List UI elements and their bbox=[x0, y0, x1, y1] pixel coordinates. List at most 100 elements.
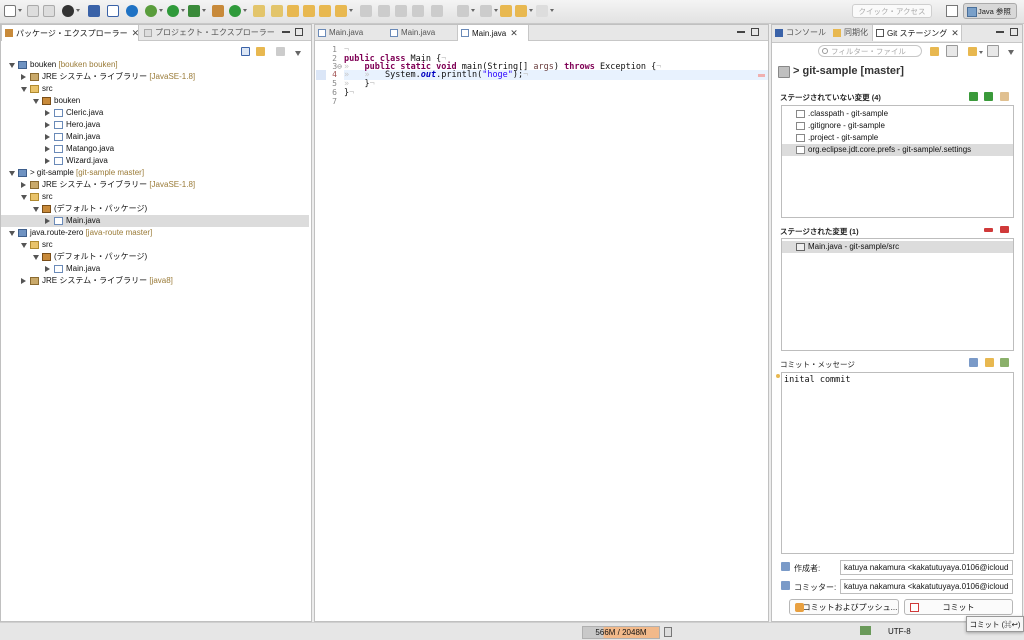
coverage-dropdown-icon[interactable] bbox=[202, 9, 206, 12]
collapse-arrow-icon[interactable] bbox=[45, 218, 50, 224]
list-item[interactable]: .project - git-sample bbox=[782, 132, 1013, 144]
committer-field[interactable]: katuya nakamura <kakatutuyaya.0106@iclou… bbox=[840, 579, 1013, 594]
prev-annotation-icon[interactable] bbox=[395, 5, 407, 17]
prev-edit-dropdown-icon[interactable] bbox=[494, 9, 498, 12]
profile-icon[interactable] bbox=[62, 5, 74, 17]
view-menu-icon[interactable] bbox=[1008, 50, 1014, 55]
minimize-icon[interactable] bbox=[996, 31, 1004, 33]
new-package-icon[interactable] bbox=[212, 5, 224, 17]
signed-off-icon[interactable] bbox=[985, 358, 994, 367]
new-class-icon[interactable] bbox=[229, 5, 241, 17]
presentation-icon[interactable] bbox=[987, 45, 999, 57]
author-field[interactable]: katuya nakamura <kakatutuyaya.0106@iclou… bbox=[840, 560, 1013, 575]
maximize-icon[interactable] bbox=[751, 28, 759, 36]
staged-list[interactable]: Main.java - git-sample/src bbox=[781, 238, 1014, 351]
web-icon[interactable] bbox=[126, 5, 138, 17]
debug-icon[interactable] bbox=[145, 5, 157, 17]
forward-back-icon[interactable] bbox=[515, 5, 527, 17]
tab-console[interactable]: コンソール bbox=[772, 25, 828, 41]
next-annotation-icon[interactable] bbox=[378, 5, 390, 17]
repository-icon[interactable] bbox=[968, 47, 977, 56]
profile-dropdown-icon[interactable] bbox=[76, 9, 80, 12]
commit-and-push-button[interactable]: コミットおよびプッシュ... bbox=[789, 599, 899, 615]
unstage-icon[interactable] bbox=[984, 228, 993, 232]
gc-trash-icon[interactable] bbox=[664, 627, 672, 637]
filter-tool-icon[interactable] bbox=[930, 47, 939, 56]
forward-icon[interactable] bbox=[536, 5, 548, 17]
expand-arrow-icon[interactable] bbox=[21, 243, 27, 248]
editor-tab[interactable]: Main.java bbox=[387, 25, 457, 41]
unstaged-list[interactable]: .classpath - git-sample .gitignore - git… bbox=[781, 105, 1014, 218]
close-icon[interactable]: ✕ bbox=[951, 28, 959, 38]
code-line[interactable]: }¬ bbox=[344, 88, 354, 98]
save-icon[interactable] bbox=[27, 5, 39, 17]
editor-tab[interactable]: Main.java bbox=[315, 25, 385, 41]
minimize-icon[interactable] bbox=[282, 31, 290, 33]
expand-arrow-icon[interactable] bbox=[21, 195, 27, 200]
link-editor-icon[interactable] bbox=[256, 47, 265, 56]
collapse-arrow-icon[interactable] bbox=[21, 74, 26, 80]
amend-icon[interactable] bbox=[969, 358, 978, 367]
new-dropdown-icon[interactable] bbox=[18, 9, 22, 12]
link-selection-icon[interactable] bbox=[946, 45, 958, 57]
view-menu-icon[interactable] bbox=[295, 51, 301, 56]
collapse-arrow-icon[interactable] bbox=[45, 158, 50, 164]
list-item-selected[interactable]: Main.java - git-sample/src bbox=[782, 241, 1013, 253]
commit-message-textarea[interactable]: inital commit bbox=[781, 372, 1014, 554]
coverage-icon[interactable] bbox=[188, 5, 200, 17]
expand-arrow-icon[interactable] bbox=[21, 87, 27, 92]
collapse-arrow-icon[interactable] bbox=[21, 278, 26, 284]
collapse-arrow-icon[interactable] bbox=[45, 134, 50, 140]
list-item[interactable]: .gitignore - git-sample bbox=[782, 120, 1013, 132]
folder-open-icon[interactable] bbox=[287, 5, 299, 17]
prev-edit-icon[interactable] bbox=[480, 5, 492, 17]
skip-breakpoints-icon[interactable] bbox=[107, 5, 119, 17]
commit-button[interactable]: コミット bbox=[904, 599, 1013, 615]
save-all-icon[interactable] bbox=[43, 5, 55, 17]
open-perspective-icon[interactable] bbox=[946, 5, 958, 17]
list-item[interactable]: .classpath - git-sample bbox=[782, 108, 1013, 120]
new-icon[interactable] bbox=[4, 5, 16, 17]
close-icon[interactable]: ✕ bbox=[510, 28, 518, 38]
filter-files-input[interactable]: フィルター・ファイル bbox=[818, 45, 922, 57]
focus-task-icon[interactable] bbox=[276, 47, 285, 56]
debug-dropdown-icon[interactable] bbox=[159, 9, 163, 12]
expand-arrow-icon[interactable] bbox=[33, 207, 39, 212]
next-edit-dropdown-icon[interactable] bbox=[471, 9, 475, 12]
tab-project-explorer[interactable]: プロジェクト・エクスプローラー bbox=[141, 25, 275, 41]
expand-arrow-icon[interactable] bbox=[9, 63, 15, 68]
expand-arrow-icon[interactable] bbox=[9, 231, 15, 236]
collapse-arrow-icon[interactable] bbox=[45, 266, 50, 272]
search-folder-icon[interactable] bbox=[319, 5, 331, 17]
next-edit-icon[interactable] bbox=[457, 5, 469, 17]
quick-access-field[interactable]: クイック・アクセス bbox=[852, 4, 932, 18]
perspective-java-button[interactable]: Java 参照 bbox=[963, 3, 1017, 19]
tab-git-staging[interactable]: Git ステージング ✕ bbox=[872, 25, 962, 41]
overview-ruler-mark[interactable] bbox=[758, 74, 765, 77]
tab-synchronize[interactable]: 同期化 bbox=[830, 25, 872, 41]
minimize-icon[interactable] bbox=[737, 31, 745, 33]
pin-icon[interactable] bbox=[360, 5, 372, 17]
expand-arrow-icon[interactable] bbox=[33, 99, 39, 104]
tab-package-explorer[interactable]: パッケージ・エクスプローラー ✕ bbox=[1, 25, 139, 41]
stage-icon[interactable] bbox=[969, 92, 978, 101]
stage-all-icon[interactable] bbox=[984, 92, 993, 101]
annotation-dropdown-icon[interactable] bbox=[349, 9, 353, 12]
close-icon[interactable]: ✕ bbox=[132, 28, 140, 38]
run-dropdown-icon[interactable] bbox=[181, 9, 185, 12]
run-icon[interactable] bbox=[167, 5, 179, 17]
forward-dropdown-icon[interactable] bbox=[550, 9, 554, 12]
expand-arrow-icon[interactable] bbox=[33, 255, 39, 260]
encoding-label[interactable]: UTF-8 bbox=[888, 627, 911, 636]
open-task-icon[interactable] bbox=[271, 5, 283, 17]
collapse-arrow-icon[interactable] bbox=[45, 146, 50, 152]
annotation-icon[interactable] bbox=[335, 5, 347, 17]
list-item-selected[interactable]: org.eclipse.jdt.core.prefs - git-sample/… bbox=[782, 144, 1013, 156]
collapse-arrow-icon[interactable] bbox=[45, 110, 50, 116]
server-icon[interactable] bbox=[88, 5, 100, 17]
change-id-icon[interactable] bbox=[1000, 358, 1009, 367]
collapse-arrow-icon[interactable] bbox=[21, 182, 26, 188]
new-class-dropdown-icon[interactable] bbox=[243, 9, 247, 12]
maximize-icon[interactable] bbox=[295, 28, 303, 36]
toggle-mark-icon[interactable] bbox=[412, 5, 424, 17]
